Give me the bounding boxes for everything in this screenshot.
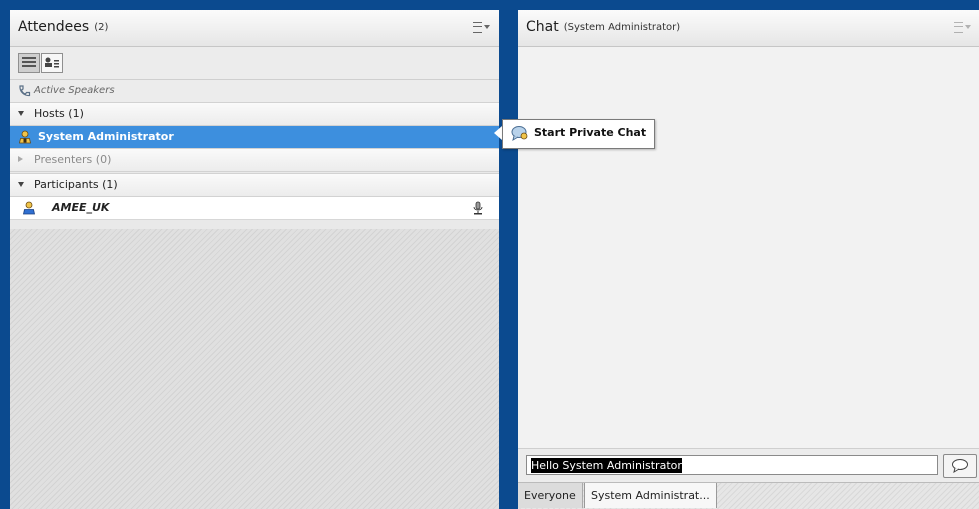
chat-menu-button[interactable] bbox=[954, 21, 972, 35]
list-view-button[interactable] bbox=[18, 53, 40, 73]
host-name: System Administrator bbox=[38, 130, 174, 143]
send-message-button[interactable] bbox=[943, 454, 977, 478]
start-private-chat-menu[interactable]: Start Private Chat bbox=[502, 119, 655, 149]
chat-input-text: Hello System Administrator bbox=[531, 458, 682, 473]
hosts-label: Hosts (1) bbox=[34, 107, 84, 120]
chat-message-input[interactable]: Hello System Administrator bbox=[526, 455, 938, 475]
menu-icon bbox=[954, 22, 963, 33]
chat-input-bar: Hello System Administrator bbox=[518, 448, 979, 483]
start-private-chat-label: Start Private Chat bbox=[534, 126, 647, 139]
chat-header: Chat (System Administrator) bbox=[518, 10, 979, 47]
tab-system-administrator[interactable]: System Administrat... bbox=[584, 483, 717, 508]
attendees-title-label: Attendees bbox=[18, 19, 90, 35]
attendees-count: (2) bbox=[94, 22, 109, 33]
presenters-label: Presenters (0) bbox=[34, 153, 112, 166]
chat-subtitle: (System Administrator) bbox=[563, 22, 681, 33]
active-speakers-label: Active Speakers bbox=[34, 85, 115, 96]
list-view-icon bbox=[22, 57, 36, 67]
participant-user-icon bbox=[23, 201, 35, 215]
attendees-title: Attendees (2) bbox=[18, 19, 108, 35]
attendees-pod: Attendees (2) Active Speakers Hosts (1) … bbox=[10, 10, 499, 509]
expand-arrow-icon bbox=[18, 182, 24, 187]
view-toolbar bbox=[10, 47, 499, 80]
participants-section[interactable]: Participants (1) bbox=[10, 173, 499, 197]
collapse-arrow-icon bbox=[18, 156, 23, 162]
chat-tabs: Everyone System Administrat... bbox=[518, 482, 979, 509]
menu-icon bbox=[473, 22, 482, 33]
presenters-section[interactable]: Presenters (0) bbox=[10, 148, 499, 172]
attendee-status-view-button[interactable] bbox=[41, 53, 63, 73]
attendee-status-view-icon bbox=[45, 57, 59, 68]
tab-everyone[interactable]: Everyone bbox=[518, 483, 583, 508]
chat-pod: Chat (System Administrator) Hello System … bbox=[518, 10, 979, 509]
participant-row-amee-uk[interactable]: AMEE_UK bbox=[10, 197, 499, 220]
participant-name: AMEE_UK bbox=[52, 201, 110, 214]
host-row-system-administrator[interactable]: System Administrator bbox=[10, 126, 499, 148]
microphone-icon[interactable] bbox=[472, 201, 484, 216]
attendees-header: Attendees (2) bbox=[10, 10, 499, 47]
phone-icon bbox=[19, 85, 31, 97]
active-speakers-row: Active Speakers bbox=[10, 80, 499, 103]
expand-arrow-icon bbox=[18, 111, 24, 116]
chat-title-label: Chat bbox=[526, 19, 559, 35]
send-icon bbox=[952, 459, 968, 473]
popup-pointer bbox=[494, 126, 502, 140]
hosts-section[interactable]: Hosts (1) bbox=[10, 102, 499, 126]
chat-message-area bbox=[518, 47, 979, 449]
chat-title: Chat (System Administrator) bbox=[526, 19, 680, 35]
attendee-list-empty-area bbox=[10, 229, 499, 509]
host-user-icon bbox=[19, 130, 31, 144]
attendees-menu-button[interactable] bbox=[473, 21, 491, 35]
chat-bubble-icon bbox=[511, 126, 528, 142]
participants-label: Participants (1) bbox=[34, 178, 118, 191]
